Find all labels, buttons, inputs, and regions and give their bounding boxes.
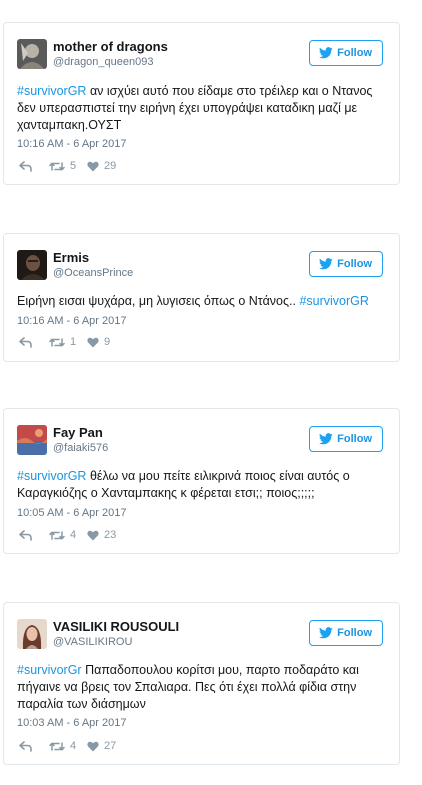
retweet-icon xyxy=(49,161,65,171)
like-count: 23 xyxy=(104,529,117,541)
tweet-text: #survivorGr Παπαδοπουλου κορίτσι μου, πα… xyxy=(17,662,387,713)
retweet-icon xyxy=(49,530,65,540)
author-names[interactable]: VASILIKI ROUSOULI @VASILIKIROU xyxy=(53,619,179,649)
avatar[interactable] xyxy=(17,39,47,69)
reply-button[interactable] xyxy=(19,529,49,541)
like-count: 9 xyxy=(104,336,111,348)
display-name[interactable]: Fay Pan xyxy=(53,425,108,441)
tweet-card: Fay Pan @faiaki576 Follow #survivorGR θέ… xyxy=(3,408,400,554)
heart-icon xyxy=(87,530,99,540)
retweet-button[interactable]: 4 xyxy=(49,529,87,541)
timestamp[interactable]: 10:03 AM - 6 Apr 2017 xyxy=(17,716,126,730)
like-button[interactable]: 23 xyxy=(87,529,116,541)
like-count: 27 xyxy=(104,740,117,752)
author-names[interactable]: mother of dragons @dragon_queen093 xyxy=(53,39,168,69)
reply-icon xyxy=(19,336,32,348)
retweet-button[interactable]: 1 xyxy=(49,336,87,348)
retweet-button[interactable]: 4 xyxy=(49,740,87,752)
tweet-actions: 1 9 xyxy=(19,335,110,349)
reply-button[interactable] xyxy=(19,160,49,172)
retweet-count: 5 xyxy=(70,160,77,172)
like-button[interactable]: 29 xyxy=(87,160,116,172)
tweet-header: Ermis @OceansPrince Follow xyxy=(17,250,386,282)
handle[interactable]: @faiaki576 xyxy=(53,441,108,455)
display-name[interactable]: mother of dragons xyxy=(53,39,168,55)
hashtag-link[interactable]: #survivorGR xyxy=(17,84,86,98)
timestamp[interactable]: 10:05 AM - 6 Apr 2017 xyxy=(17,506,126,520)
retweet-icon xyxy=(49,337,65,347)
display-name[interactable]: Ermis xyxy=(53,250,133,266)
tweet-text: #survivorGR θέλω να μου πείτε ειλικρινά … xyxy=(17,468,387,502)
twitter-bird-icon xyxy=(319,627,333,639)
tweet-text: Ειρήνη εισαι ψυχάρα, μη λυγισεις όπως ο … xyxy=(17,293,387,310)
avatar[interactable] xyxy=(17,425,47,455)
tweet-card: Ermis @OceansPrince Follow Ειρήνη εισαι … xyxy=(3,233,400,362)
tweet-actions: 4 23 xyxy=(19,528,116,542)
tweet-header: mother of dragons @dragon_queen093 Follo… xyxy=(17,39,386,71)
retweet-count: 4 xyxy=(70,529,77,541)
follow-button[interactable]: Follow xyxy=(309,426,383,452)
hashtag-link[interactable]: #survivorGR xyxy=(17,469,86,483)
tweet-card: mother of dragons @dragon_queen093 Follo… xyxy=(3,22,400,185)
twitter-bird-icon xyxy=(319,47,333,59)
follow-label: Follow xyxy=(337,627,372,639)
follow-button[interactable]: Follow xyxy=(309,251,383,277)
author-names[interactable]: Fay Pan @faiaki576 xyxy=(53,425,108,455)
timestamp[interactable]: 10:16 AM - 6 Apr 2017 xyxy=(17,314,126,328)
tweet-body: Ειρήνη εισαι ψυχάρα, μη λυγισεις όπως ο … xyxy=(17,294,300,308)
display-name[interactable]: VASILIKI ROUSOULI xyxy=(53,619,179,635)
timestamp[interactable]: 10:16 AM - 6 Apr 2017 xyxy=(17,137,126,151)
follow-button[interactable]: Follow xyxy=(309,40,383,66)
heart-icon xyxy=(87,741,99,751)
follow-label: Follow xyxy=(337,47,372,59)
like-button[interactable]: 27 xyxy=(87,740,116,752)
hashtag-link[interactable]: #survivorGr xyxy=(17,663,82,677)
twitter-bird-icon xyxy=(319,258,333,270)
retweet-icon xyxy=(49,741,65,751)
tweet-header: Fay Pan @faiaki576 Follow xyxy=(17,425,386,457)
retweet-button[interactable]: 5 xyxy=(49,160,87,172)
like-count: 29 xyxy=(104,160,117,172)
tweet-actions: 5 29 xyxy=(19,159,116,173)
avatar[interactable] xyxy=(17,619,47,649)
follow-button[interactable]: Follow xyxy=(309,620,383,646)
tweet-text: #survivorGR αν ισχύει αυτό που είδαμε στ… xyxy=(17,83,387,134)
tweet-card: VASILIKI ROUSOULI @VASILIKIROU Follow #s… xyxy=(3,602,400,765)
handle[interactable]: @dragon_queen093 xyxy=(53,55,168,69)
follow-label: Follow xyxy=(337,258,372,270)
twitter-bird-icon xyxy=(319,433,333,445)
author-names[interactable]: Ermis @OceansPrince xyxy=(53,250,133,280)
reply-icon xyxy=(19,160,32,172)
reply-button[interactable] xyxy=(19,336,49,348)
handle[interactable]: @OceansPrince xyxy=(53,266,133,280)
retweet-count: 1 xyxy=(70,336,77,348)
reply-button[interactable] xyxy=(19,740,49,752)
follow-label: Follow xyxy=(337,433,372,445)
tweet-header: VASILIKI ROUSOULI @VASILIKIROU Follow xyxy=(17,619,386,651)
retweet-count: 4 xyxy=(70,740,77,752)
handle[interactable]: @VASILIKIROU xyxy=(53,635,179,649)
avatar[interactable] xyxy=(17,250,47,280)
reply-icon xyxy=(19,529,32,541)
like-button[interactable]: 9 xyxy=(87,336,110,348)
heart-icon xyxy=(87,161,99,171)
heart-icon xyxy=(87,337,99,347)
tweet-actions: 4 27 xyxy=(19,739,116,753)
reply-icon xyxy=(19,740,32,752)
hashtag-link[interactable]: #survivorGR xyxy=(299,294,368,308)
